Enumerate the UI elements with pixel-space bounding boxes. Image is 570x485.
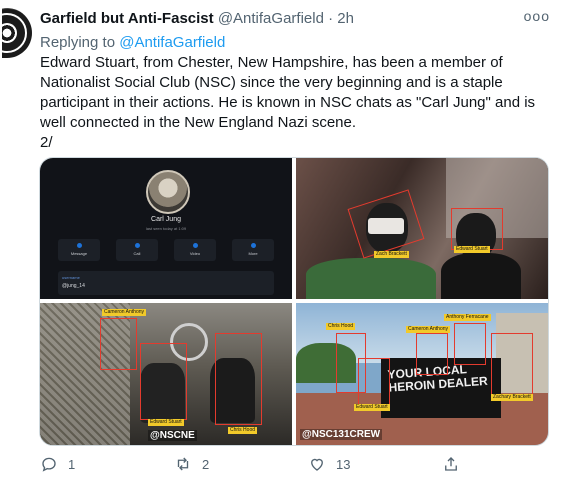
person-label: Zach Brackett bbox=[374, 251, 409, 258]
contact-status: last seen today at 1:09 bbox=[145, 226, 187, 231]
username-value: @jung_14 bbox=[62, 283, 85, 289]
username-card: username @jung_14 bbox=[58, 271, 274, 295]
highlight-box bbox=[215, 333, 262, 425]
like-icon bbox=[311, 458, 323, 471]
highlight-box bbox=[140, 343, 187, 420]
call-button: Call bbox=[116, 239, 158, 261]
tweet-text: Edward Stuart, from Chester, New Hampshi… bbox=[40, 54, 536, 151]
person-label: Anthony Ferracane bbox=[444, 314, 491, 321]
person-label: Zachary Brackett bbox=[491, 394, 533, 401]
video-button: Video bbox=[174, 239, 216, 261]
highlight-box bbox=[491, 333, 533, 395]
person-label: Edward Stuart bbox=[454, 246, 490, 253]
watermark: @NSCNE bbox=[148, 430, 197, 441]
share-button[interactable] bbox=[442, 455, 460, 473]
person-label: Cameron Anthony bbox=[406, 326, 451, 333]
person-label: Chris Hood bbox=[326, 323, 356, 330]
timestamp[interactable]: 2h bbox=[337, 10, 354, 27]
media-phone-screenshot[interactable]: Carl Jung last seen today at 1:09 Messag… bbox=[40, 158, 292, 299]
avatar[interactable] bbox=[2, 8, 32, 58]
separator: · bbox=[328, 10, 334, 27]
replying-to: Replying to @AntifaGarfield bbox=[40, 34, 225, 51]
replying-prefix: Replying to bbox=[40, 34, 116, 51]
retweet-icon bbox=[177, 457, 189, 471]
media-photo-rooftop[interactable]: Cameron Anthony Edward Stuart Chris Hood… bbox=[40, 303, 292, 445]
reply-button[interactable]: 1 bbox=[40, 455, 75, 473]
media-grid[interactable]: Carl Jung last seen today at 1:09 Messag… bbox=[39, 157, 549, 446]
highlight-box bbox=[416, 333, 448, 375]
like-button[interactable]: 13 bbox=[308, 455, 350, 473]
message-button: Message bbox=[58, 239, 100, 261]
person-label: Cameron Anthony bbox=[102, 309, 147, 316]
user-handle[interactable]: @AntifaGarfield bbox=[218, 10, 324, 27]
retweet-count: 2 bbox=[202, 456, 210, 472]
replying-handle-link[interactable]: @AntifaGarfield bbox=[119, 34, 225, 51]
like-count: 13 bbox=[336, 456, 351, 472]
more-icon[interactable]: ooo bbox=[524, 8, 550, 24]
person-label: Edward Stuart bbox=[148, 419, 184, 426]
action-bar: 1 2 13 bbox=[40, 455, 530, 475]
reply-icon bbox=[42, 457, 56, 472]
reply-count: 1 bbox=[68, 456, 76, 472]
retweet-button[interactable]: 2 bbox=[174, 455, 209, 473]
highlight-box bbox=[358, 358, 390, 405]
person-label: Chris Hood bbox=[228, 427, 258, 434]
display-name[interactable]: Garfield but Anti-Fascist bbox=[40, 10, 214, 27]
contact-name: Carl Jung bbox=[151, 216, 181, 223]
highlight-box bbox=[451, 208, 503, 250]
media-photo-banner[interactable]: YOUR LOCAL HEROIN DEALER Chris Hood Anth… bbox=[296, 303, 548, 445]
more-button: More bbox=[232, 239, 274, 261]
username-label: username bbox=[62, 275, 80, 280]
tweet-header: Garfield but Anti-Fascist @AntifaGarfiel… bbox=[40, 8, 550, 32]
media-photo-graffiti[interactable]: Zach Brackett Edward Stuart bbox=[296, 158, 548, 299]
person-label: Edward Stuart bbox=[354, 404, 390, 411]
share-icon bbox=[445, 457, 457, 471]
highlight-box bbox=[100, 318, 137, 370]
highlight-box bbox=[454, 323, 486, 365]
contact-avatar bbox=[146, 170, 190, 214]
watermark: @NSC131CREW bbox=[300, 429, 383, 440]
